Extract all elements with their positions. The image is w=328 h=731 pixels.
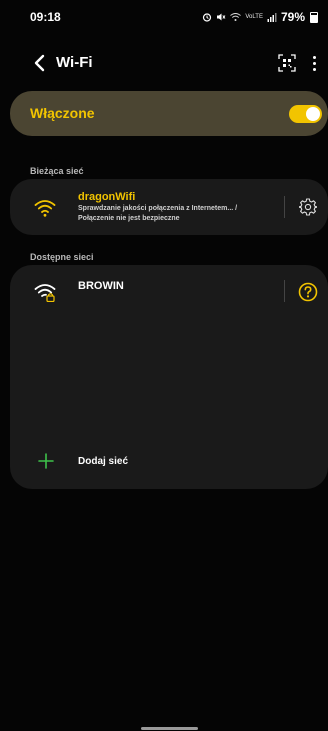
wifi-lock-icon (34, 284, 56, 302)
status-line-1: Sprawdzanie jakości połączenia z Interne… (78, 205, 238, 212)
wifi-status-icon (230, 13, 242, 21)
qr-code-scan-icon[interactable] (278, 54, 296, 72)
volte-label: VoLTE (245, 14, 263, 20)
question-icon[interactable] (298, 282, 318, 302)
master-toggle-label: Włączone (30, 105, 95, 121)
wifi-icon (34, 200, 56, 217)
current-network-card[interactable]: dragonWifi Sprawdzanie jakości połączeni… (10, 179, 328, 235)
battery-percent: 79% (280, 10, 305, 24)
page-title: Wi-Fi (56, 54, 93, 71)
alarm-icon (203, 13, 212, 22)
network-name: BROWIN (78, 280, 124, 292)
section-label-available: Dostępne sieci (30, 252, 94, 262)
available-networks-card: BROWIN Dodaj sieć (10, 265, 328, 489)
status-time: 09:18 (30, 10, 61, 24)
section-label-current: Bieżąca sieć (30, 166, 84, 176)
gear-icon[interactable] (299, 198, 317, 216)
mute-icon (217, 13, 226, 21)
home-indicator[interactable] (141, 727, 198, 730)
network-row-browin[interactable]: BROWIN (10, 265, 328, 317)
battery-icon (310, 11, 318, 23)
status-icons: VoLTE 79% (202, 10, 318, 24)
more-vert-icon[interactable] (309, 53, 319, 73)
status-bar: 09:18 VoLTE 79% (0, 0, 328, 34)
status-line-2: Połączenie nie jest bezpieczne (78, 215, 180, 222)
wifi-toggle-switch[interactable] (289, 105, 322, 123)
toggle-knob (306, 107, 320, 121)
current-network-name: dragonWifi (78, 191, 136, 203)
signal-icon (267, 13, 277, 22)
app-bar: Wi-Fi (0, 48, 328, 78)
divider (284, 196, 285, 218)
plus-icon (38, 453, 54, 469)
current-network-status: Sprawdzanie jakości połączenia z Interne… (78, 204, 278, 224)
divider (284, 280, 285, 302)
wifi-master-toggle-row[interactable]: Włączone (10, 91, 328, 136)
back-arrow-icon[interactable] (32, 53, 48, 73)
add-network-row[interactable]: Dodaj sieć (10, 445, 328, 481)
add-network-label: Dodaj sieć (78, 456, 129, 467)
